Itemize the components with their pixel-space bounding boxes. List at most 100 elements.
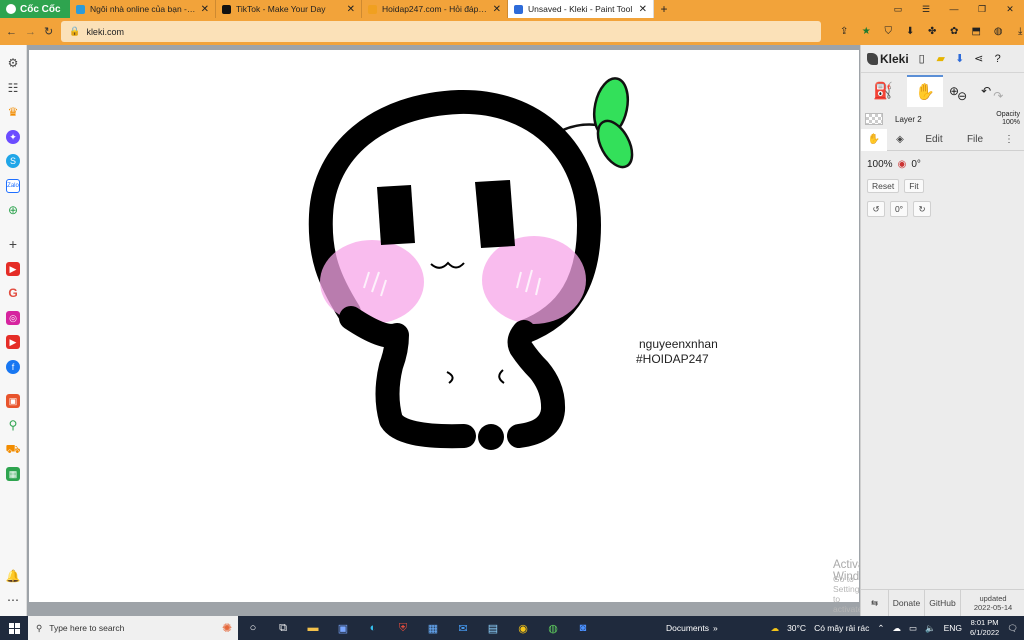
shield-icon[interactable]: ⛉	[881, 25, 895, 39]
coccoc-icon[interactable]: ◍	[538, 616, 568, 640]
notification-icon[interactable]: 🗨	[1007, 623, 1018, 634]
back-icon[interactable]: ←	[6, 24, 17, 40]
reload-icon[interactable]: ↻	[44, 24, 53, 40]
taskbar-search[interactable]: ⚲ Type here to search ✺	[28, 616, 238, 640]
tab-ngoinha[interactable]: Ngôi nhà online của bạn - Hỏ ✕	[70, 0, 216, 18]
drawing-artwork	[308, 77, 634, 450]
browser-brand[interactable]: Cốc Cốc	[0, 0, 70, 18]
app-icon[interactable]: ▣	[6, 394, 20, 408]
close-icon[interactable]: ✕	[347, 4, 355, 15]
skype-icon[interactable]: S	[6, 154, 20, 168]
star-icon[interactable]: ★	[859, 25, 873, 39]
bell-icon[interactable]: 🔔	[6, 569, 21, 583]
more-vertical-icon: ⋮	[1004, 134, 1014, 145]
undo-icon[interactable]: ↶	[981, 84, 991, 98]
rotate-right-button[interactable]: ↻	[913, 201, 931, 217]
start-button[interactable]	[0, 616, 28, 640]
edge-icon[interactable]: ◐	[358, 616, 388, 640]
add-icon[interactable]: +	[6, 236, 20, 252]
map-pin-icon[interactable]: ⚲	[6, 418, 20, 432]
minimize-icon[interactable]: —	[940, 0, 968, 18]
tab-kleki[interactable]: Unsaved - Kleki - Paint Tool ✕	[508, 0, 654, 18]
youtube-icon[interactable]: ▶	[6, 335, 20, 349]
more-icon[interactable]: ⋯	[6, 593, 20, 607]
hand-tool[interactable]: ✋	[907, 75, 943, 107]
menu-icon[interactable]: ☰	[912, 0, 940, 18]
zoom-out-icon[interactable]: ⊖	[957, 89, 967, 103]
clock[interactable]: 8:01 PM 6/1/2022	[970, 618, 999, 638]
chevron-up-icon[interactable]: ⌃	[877, 623, 884, 634]
tab-edit[interactable]: Edit	[913, 129, 955, 151]
store-icon[interactable]: ▦	[418, 616, 448, 640]
help-icon[interactable]: ?	[992, 53, 1004, 65]
facebook-icon[interactable]: f	[6, 360, 20, 374]
messenger-icon[interactable]: ✦	[6, 130, 20, 144]
weather-text[interactable]: Có mây rải rác	[814, 623, 869, 633]
tab-more[interactable]: ⋮	[995, 129, 1023, 151]
language-indicator[interactable]: ENG	[944, 623, 962, 633]
chrome-icon[interactable]: ◉	[508, 616, 538, 640]
crown-icon[interactable]: ♛	[6, 105, 20, 119]
gamepad-icon[interactable]: ⊕	[6, 203, 20, 217]
remote-desktop-icon[interactable]: ▣	[328, 616, 358, 640]
cart-icon[interactable]: ⛟	[5, 442, 20, 457]
mail-icon[interactable]: ✉	[448, 616, 478, 640]
tab-layers[interactable]: ◈	[887, 129, 913, 151]
restore-icon[interactable]: ❐	[968, 0, 996, 18]
volume-icon[interactable]: 🔈	[925, 623, 936, 634]
close-icon[interactable]: ✕	[201, 4, 209, 15]
google-icon[interactable]: G	[6, 286, 20, 300]
share-icon[interactable]: ⋖	[973, 53, 985, 65]
instagram-icon[interactable]: ◎	[6, 311, 20, 325]
extension-icon[interactable]: ✿	[947, 25, 961, 39]
notes-icon[interactable]: ☷	[6, 81, 20, 95]
close-icon[interactable]: ✕	[639, 4, 647, 15]
tab-hand[interactable]: ✋	[861, 128, 887, 151]
task-view-icon[interactable]: ⧉	[268, 616, 298, 640]
tail-dot	[478, 424, 504, 450]
close-window-icon[interactable]: ✕	[996, 0, 1024, 18]
reset-button[interactable]: Reset	[867, 179, 900, 193]
drawing-canvas[interactable]: nguyeenxnhan #HOIDAP247	[29, 50, 859, 602]
cortana-icon[interactable]: ○	[238, 616, 268, 640]
swap-side-icon[interactable]: ⇆	[861, 589, 889, 617]
sheet-icon[interactable]: ▦	[6, 467, 20, 481]
devtools-icon[interactable]: ▭	[884, 0, 912, 18]
notepad-icon[interactable]: ▤	[478, 616, 508, 640]
new-tab-button[interactable]: +	[654, 0, 674, 18]
onedrive-icon[interactable]: ☁	[892, 623, 901, 634]
download-icon[interactable]: ⬇	[954, 53, 966, 65]
youtube-icon[interactable]: ▶	[6, 262, 20, 276]
tab-tiktok[interactable]: TikTok - Make Your Day ✕	[216, 0, 362, 18]
zalo-icon[interactable]: Zalo	[6, 179, 20, 193]
file-explorer-icon[interactable]: ▬	[298, 616, 328, 640]
rotate-left-button[interactable]: ↺	[867, 201, 885, 217]
layer-row[interactable]: Layer 2 Opacity 100%	[861, 109, 1024, 129]
savior-icon[interactable]: ⬒	[969, 25, 983, 39]
forward-icon[interactable]: →	[25, 24, 36, 40]
rotate-value[interactable]: 0°	[890, 201, 908, 217]
puzzle-icon[interactable]: ✤	[925, 25, 939, 39]
documents-toolbar[interactable]: Documents	[666, 623, 709, 633]
settings-icon[interactable]: ⚙	[6, 56, 20, 70]
kleki-logo[interactable]: Kleki	[867, 52, 909, 66]
url-field[interactable]: 🔒 kleki.com	[61, 21, 822, 42]
zalo-icon[interactable]: ◙	[568, 616, 598, 640]
fill-tool[interactable]: ⛽	[865, 75, 901, 107]
github-link[interactable]: GitHub	[925, 589, 961, 617]
new-file-icon[interactable]: ▯	[916, 53, 928, 65]
share-icon[interactable]: ⇪	[837, 25, 851, 39]
download-icon[interactable]: ⤓	[1013, 25, 1024, 39]
donate-link[interactable]: Donate	[889, 589, 925, 617]
redo-icon[interactable]: ↷	[993, 89, 1003, 103]
battery-icon[interactable]: ▭	[909, 623, 917, 634]
fit-button[interactable]: Fit	[904, 179, 924, 193]
download-box-icon[interactable]: ⬇	[903, 25, 917, 39]
close-icon[interactable]: ✕	[493, 4, 501, 15]
security-icon[interactable]: ⛨	[388, 616, 418, 640]
chevron-right-icon[interactable]: »	[713, 623, 718, 633]
open-folder-icon[interactable]: ▰	[935, 53, 947, 65]
tab-hoidap247[interactable]: Hoidap247.com - Hỏi đáp bài ✕	[362, 0, 508, 18]
profile-icon[interactable]: ◍	[991, 25, 1005, 39]
tab-file[interactable]: File	[955, 129, 995, 151]
